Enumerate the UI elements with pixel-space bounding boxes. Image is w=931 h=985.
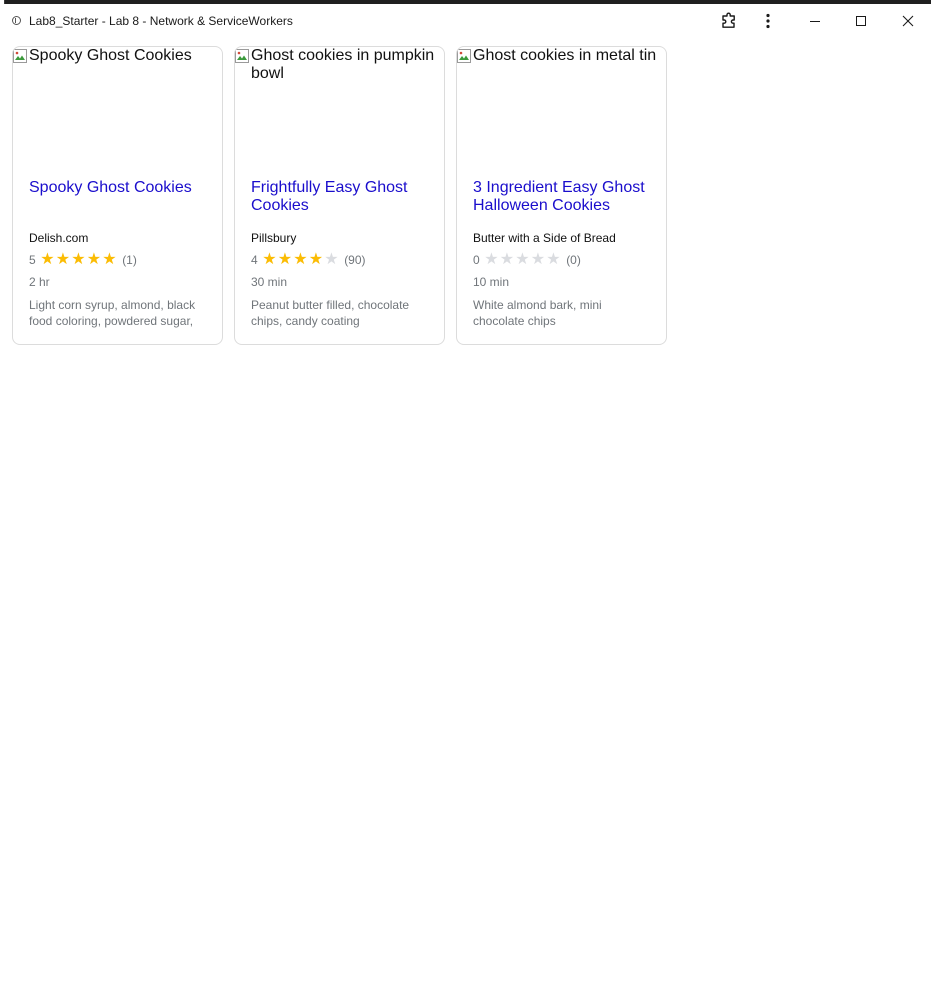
recipe-image: Ghost cookies in metal tin: [457, 47, 666, 167]
close-button[interactable]: [884, 4, 931, 38]
recipe-time: 30 min: [251, 275, 288, 289]
recipe-ingredients: Peanut butter filled, chocolate chips, c…: [251, 298, 410, 328]
recipe-image-alt: Ghost cookies in metal tin: [473, 47, 657, 64]
star-filled-icon: ★: [277, 251, 293, 268]
broken-image-icon: [13, 49, 27, 63]
page-content: Spooky Ghost Cookies Spooky Ghost Cookie…: [4, 38, 931, 985]
recipe-organization: Pillsbury: [251, 231, 297, 245]
recipe-time: 2 hr: [29, 275, 50, 289]
title-bar: Lab8_Starter - Lab 8 - Network & Service…: [4, 4, 931, 38]
rating-row: 5 ★ ★ ★ ★ ★ (1): [29, 252, 137, 268]
star-rating: ★ ★ ★ ★ ★: [40, 252, 118, 268]
recipe-time: 10 min: [473, 275, 510, 289]
star-filled-icon: ★: [55, 251, 71, 268]
review-count: (1): [122, 253, 137, 267]
more-menu-button[interactable]: [754, 4, 782, 38]
star-filled-icon: ★: [40, 251, 55, 268]
recipe-card[interactable]: Spooky Ghost Cookies Spooky Ghost Cookie…: [12, 46, 223, 345]
minimize-button[interactable]: [792, 4, 838, 38]
recipe-title-link[interactable]: Spooky Ghost Cookies: [29, 179, 209, 197]
rating-value: 4: [251, 253, 258, 267]
rating-row: 0 ★ ★ ★ ★ ★ (0): [473, 252, 581, 268]
recipe-image: Spooky Ghost Cookies: [13, 47, 222, 167]
broken-image-icon: [457, 49, 471, 63]
minimize-icon: [810, 21, 820, 22]
star-empty-icon: ★: [515, 251, 530, 268]
kebab-menu-icon: [766, 13, 770, 29]
maximize-icon: [856, 16, 866, 26]
recipe-title-link[interactable]: Frightfully Easy Ghost Cookies: [251, 179, 431, 215]
extensions-button[interactable]: [712, 4, 746, 38]
broken-image-icon: [235, 49, 249, 63]
recipe-title-link[interactable]: 3 Ingredient Easy Ghost Halloween Cookie…: [473, 179, 653, 215]
star-empty-icon: ★: [499, 251, 515, 268]
star-filled-icon: ★: [262, 251, 277, 268]
recipe-organization: Delish.com: [29, 231, 89, 245]
star-empty-icon: ★: [324, 251, 339, 268]
recipe-image-alt: Ghost cookies in pumpkin bowl: [251, 47, 435, 82]
recipe-ingredients: Light corn syrup, almond, black food col…: [29, 298, 196, 328]
star-filled-icon: ★: [293, 251, 308, 268]
star-filled-icon: ★: [102, 251, 117, 268]
rating-value: 5: [29, 253, 36, 267]
puzzle-piece-icon: [722, 12, 735, 28]
rating-value: 0: [473, 253, 480, 267]
recipe-card[interactable]: Ghost cookies in pumpkin bowl Frightfull…: [234, 46, 445, 345]
recipe-organization: Butter with a Side of Bread: [473, 231, 616, 245]
star-rating: ★ ★ ★ ★ ★: [262, 252, 340, 268]
star-filled-icon: ★: [71, 251, 86, 268]
rating-row: 4 ★ ★ ★ ★ ★ (90): [251, 252, 366, 268]
close-icon: [902, 15, 913, 27]
site-info-icon[interactable]: [12, 16, 21, 25]
star-filled-icon: ★: [86, 251, 102, 268]
star-rating: ★ ★ ★ ★ ★: [484, 252, 562, 268]
review-count: (90): [344, 253, 366, 267]
review-count: (0): [566, 253, 581, 267]
app-window: Lab8_Starter - Lab 8 - Network & Service…: [4, 4, 931, 985]
star-empty-icon: ★: [484, 251, 499, 268]
star-empty-icon: ★: [530, 251, 546, 268]
recipe-image: Ghost cookies in pumpkin bowl: [235, 47, 444, 167]
star-empty-icon: ★: [546, 251, 561, 268]
recipe-card[interactable]: Ghost cookies in metal tin 3 Ingredient …: [456, 46, 667, 345]
maximize-button[interactable]: [838, 4, 884, 38]
recipe-image-alt: Spooky Ghost Cookies: [29, 47, 192, 64]
window-title: Lab8_Starter - Lab 8 - Network & Service…: [29, 14, 293, 28]
star-filled-icon: ★: [308, 251, 324, 268]
recipe-ingredients: White almond bark, mini chocolate chips: [473, 298, 602, 328]
